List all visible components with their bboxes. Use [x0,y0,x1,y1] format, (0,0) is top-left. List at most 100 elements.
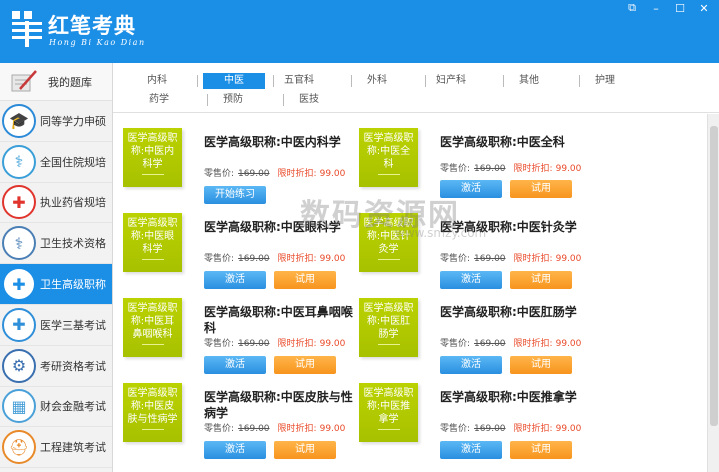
course-card: 医学高级职称:中医耳鼻咽喉科 医学高级职称:中医耳鼻咽喉科 零售价: 169.00 限时… [123,284,359,374]
discount-label: 限时折扣: [277,169,317,179]
course-thumbnail[interactable]: 医学高级职称:中医皮肤与性病学 [123,383,182,442]
discount-price: 99.00 [319,254,346,264]
course-price: 零售价: 169.00 限时折扣: 99.00 [440,161,581,174]
trial-button[interactable]: 试用 [510,180,572,198]
tab-0[interactable]: 内科 [137,73,177,89]
tab-divider [503,75,504,87]
tab-5[interactable]: 其他 [509,73,549,89]
sidebar-item-label: 全国住院规培 [40,155,106,169]
first-aid-kit-icon: ✚ [2,307,36,342]
retail-price: 169.00 [474,254,506,264]
sidebar-item[interactable]: ⚕ 卫生技术资格 [0,223,112,265]
tab-2[interactable]: 五官科 [279,73,319,89]
trial-button[interactable]: 试用 [274,441,336,459]
tab-row2-0[interactable]: 药学 [139,92,179,108]
discount-label: 限时折扣: [513,164,553,174]
category-tabs: 内科 中医 五官科 外科 妇产科 其他 护理药学 预防 医技 [113,63,719,113]
sidebar-item-label: 医学三基考试 [40,318,106,332]
sidebar-item[interactable]: ✚ 医学三基考试 [0,305,112,346]
restore-icon[interactable]: ⧉ [621,1,643,15]
retail-label: 零售价: [440,424,471,434]
discount-price: 99.00 [555,254,582,264]
trial-button[interactable]: 试用 [510,441,572,459]
course-title: 医学高级职称:中医皮肤与性病学 [204,390,353,420]
thumbnail-divider [141,429,164,430]
retail-label: 零售价: [440,164,471,174]
activate-button[interactable]: 激活 [440,441,502,459]
sidebar-item-label: 工程建筑考试 [40,441,106,455]
close-icon[interactable]: ✕ [693,1,715,15]
calculator-icon: ▦ [2,389,36,424]
retail-price: 169.00 [474,164,506,174]
thumbnail-divider [377,174,400,175]
tab-divider [425,75,426,87]
sidebar-item[interactable]: 🎓 同等学力申硕 [0,101,112,142]
discount-price: 99.00 [319,339,346,349]
sidebar-item[interactable]: ⚕ 全国住院规培 [0,142,112,183]
scrollbar-thumb[interactable] [710,126,718,426]
tab-6[interactable]: 护理 [585,73,625,89]
scrollbar[interactable] [707,114,719,472]
thumbnail-divider [141,174,164,175]
retail-label: 零售价: [440,339,471,349]
discount-label: 限时折扣: [277,339,317,349]
course-title: 医学高级职称:中医全科 [440,135,565,149]
activate-button[interactable]: 激活 [440,180,502,198]
course-price: 零售价: 169.00 限时折扣: 99.00 [440,251,581,264]
sidebar-item[interactable]: ✚ 执业药省规培 [0,183,112,224]
doctor-icon: ⚕ [2,226,36,261]
course-price: 零售价: 169.00 限时折扣: 99.00 [204,166,345,179]
discount-label: 限时折扣: [277,254,317,264]
course-grid: 医学高级职称:中医内科学 医学高级职称:中医内科学 零售价: 169.00 限时折扣: 9… [113,114,707,472]
sidebar-item[interactable]: ✚ 卫生高级职称 [0,264,112,305]
retail-label: 零售价: [204,424,235,434]
course-thumbnail[interactable]: 医学高级职称:中医全科 [359,128,418,187]
retail-price: 169.00 [238,169,270,179]
tab-divider [283,94,284,106]
course-thumbnail[interactable]: 医学高级职称:中医耳鼻咽喉科 [123,298,182,357]
retail-price: 169.00 [474,339,506,349]
discount-price: 99.00 [319,169,346,179]
course-thumbnail[interactable]: 医学高级职称:中医肛肠学 [359,298,418,357]
discount-label: 限时折扣: [277,424,317,434]
maximize-icon[interactable]: ☐ [669,1,691,15]
course-thumbnail[interactable]: 医学高级职称:中医眼科学 [123,213,182,272]
course-title: 医学高级职称:中医眼科学 [204,220,341,234]
tab-divider [197,75,198,87]
minimize-icon[interactable]: – [645,1,667,15]
sidebar-item-label: 执业药省规培 [40,196,106,210]
course-thumbnail[interactable]: 医学高级职称:中医针灸学 [359,213,418,272]
medical-cross-icon: ✚ [2,185,36,220]
course-price: 零售价: 169.00 限时折扣: 99.00 [440,336,581,349]
course-thumbnail-text: 医学高级职称:中医针灸学 [363,218,414,255]
course-card: 医学高级职称:中医针灸学 医学高级职称:中医针灸学 零售价: 169.00 限时折扣: 9… [359,199,595,289]
activate-button[interactable]: 激活 [204,441,266,459]
retail-price: 169.00 [238,339,270,349]
app-name: 红笔考典 [48,14,136,38]
thumbnail-divider [377,344,400,345]
tab-1[interactable]: 中医 [203,73,265,89]
course-price: 零售价: 169.00 限时折扣: 99.00 [204,421,345,434]
course-thumbnail[interactable]: 医学高级职称:中医推拿学 [359,383,418,442]
course-thumbnail-text: 医学高级职称:中医耳鼻咽喉科 [127,303,178,340]
course-thumbnail-text: 医学高级职称:中医眼科学 [127,218,178,255]
tab-row2-2[interactable]: 医技 [289,92,329,108]
sidebar-item[interactable]: ⛑ 工程建筑考试 [0,427,112,469]
gear-icon: ⚙ [2,348,36,383]
discount-price: 99.00 [555,164,582,174]
tab-row2-1[interactable]: 预防 [213,92,253,108]
sidebar-item[interactable]: ⚙ 考研资格考试 [0,346,112,387]
discount-price: 99.00 [555,339,582,349]
discount-price: 99.00 [555,424,582,434]
tab-divider [207,94,208,106]
tab-3[interactable]: 外科 [357,73,397,89]
course-thumbnail-text: 医学高级职称:中医全科 [363,133,414,170]
sidebar-header-my-bank[interactable]: 我的题库 [0,63,112,101]
course-thumbnail[interactable]: 医学高级职称:中医内科学 [123,128,182,187]
tab-4[interactable]: 妇产科 [431,73,471,89]
retail-price: 169.00 [474,424,506,434]
sidebar-item[interactable]: ▦ 财会金融考试 [0,387,112,428]
thumbnail-divider [377,259,400,260]
retail-label: 零售价: [440,254,471,264]
stethoscope-icon: ⚕ [2,144,36,179]
